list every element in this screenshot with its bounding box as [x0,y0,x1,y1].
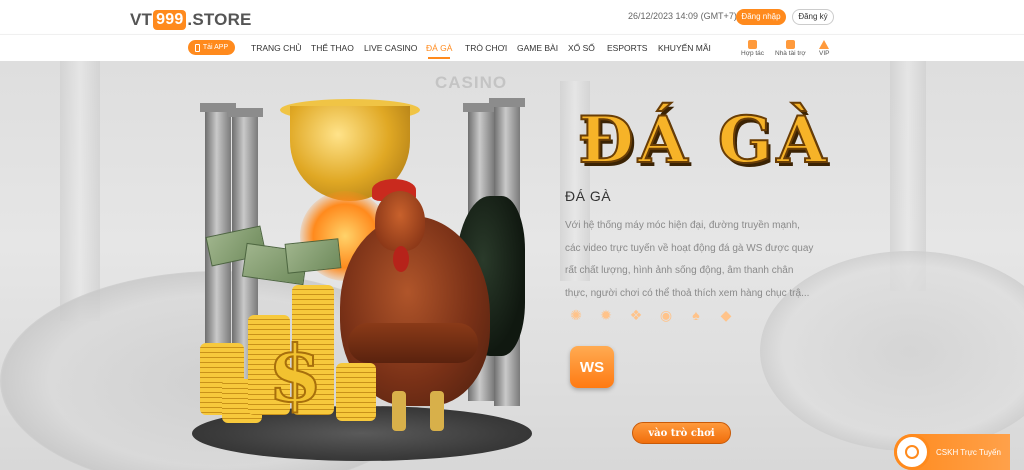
rooster-crossed-wings [348,323,478,363]
dollar-sign: $ [267,328,323,421]
main-nav: Tải APP TRANG CHỦ THỂ THAO LIVE CASINO Đ… [0,34,1024,61]
download-app-button[interactable]: Tải APP [188,40,235,55]
phone-icon [194,43,200,52]
nav-item-sports[interactable]: THỂ THAO [311,43,354,53]
logo-suffix: .STORE [187,10,252,29]
rooster-leg [430,391,444,431]
download-app-label: Tải APP [202,44,229,51]
hero-banner: CASINO $ ĐÁ GÀ ĐÁ GÀ Với hệ thống máy mó… [0,61,1024,470]
nav-item-promotions[interactable]: KHUYẾN MÃI [658,43,711,53]
nav-item-live-casino[interactable]: LIVE CASINO [364,43,417,53]
card-icon: ◉ [659,307,673,323]
nav-item-card-games[interactable]: GAME BÀI [517,43,558,53]
rooster-leg [392,391,406,431]
ws-provider-logo[interactable]: WS [570,346,614,388]
nav-item-home[interactable]: TRANG CHỦ [251,43,302,53]
site-logo[interactable]: VT 999 .STORE [130,9,252,31]
casino-chip-icon: ✹ [600,307,612,323]
game-description: Với hệ thống máy móc hiện đại, đường tru… [565,220,814,299]
rooster-head [375,191,425,251]
vip-label: VIP [819,50,830,57]
game-title-graphic: ĐÁ GÀ [577,102,831,179]
headset-icon [894,434,930,470]
datetime-display: 26/12/2023 14:09 (GMT+7) [628,11,737,21]
register-button[interactable]: Đăng ký [792,9,834,25]
slot-icon: ❖ [629,307,643,323]
rooster-wattle [393,246,409,272]
crown-icon [819,40,830,49]
sponsor-link[interactable]: Nhà tài trợ [775,40,806,57]
play-game-button[interactable]: vào trò chơi [632,422,731,444]
feature-icons: ✺ ✹ ❖ ◉ ♠ ◆ [568,307,734,323]
game-subtitle: ĐÁ GÀ [565,188,612,204]
customer-support-label: CSKH Trực Tuyến [936,447,1001,457]
customer-support-button[interactable]: CSKH Trực Tuyến [894,434,1010,470]
diamond-icon: ◆ [720,307,732,323]
cash-bill [284,238,342,274]
nav-item-cockfighting[interactable]: ĐÁ GÀ [426,43,452,59]
vip-link[interactable]: VIP [819,40,829,57]
logo-prefix: VT [130,10,153,29]
top-header: VT 999 .STORE 26/12/2023 14:09 (GMT+7) Đ… [0,0,1024,34]
sponsor-icon [785,40,795,49]
nav-item-esports[interactable]: ESPORTS [607,43,647,53]
bet-icon: ♠ [692,307,700,323]
nav-item-games[interactable]: TRÒ CHƠI [465,43,507,53]
coin-stack [336,363,376,421]
partner-label: Hợp tác [741,50,765,57]
roulette-icon: ✺ [570,307,582,323]
sponsor-label: Nhà tài trợ [775,50,806,57]
partner-link[interactable]: Hợp tác [741,40,764,57]
login-button[interactable]: Đăng nhập [736,9,786,25]
nav-item-lottery[interactable]: XỔ SỐ [568,43,595,53]
background-pillar [60,61,100,321]
background-casino-sign: CASINO [435,73,508,92]
logo-number: 999 [153,10,187,30]
partner-icon [748,40,758,49]
